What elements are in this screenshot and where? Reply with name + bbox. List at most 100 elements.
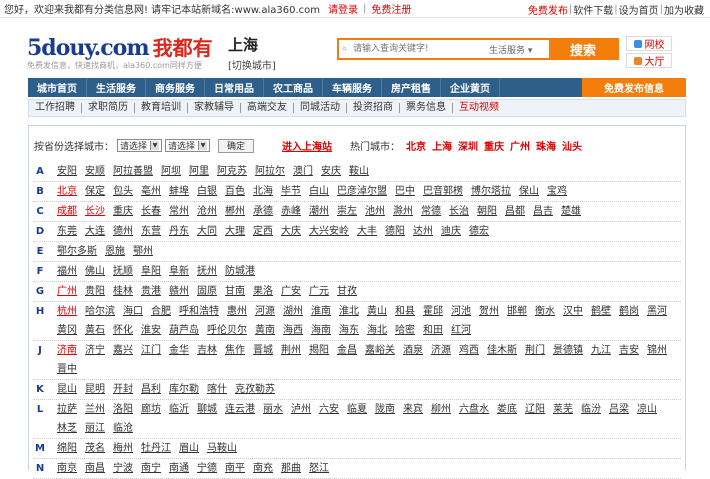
city-link[interactable]: 宝鸡 xyxy=(543,182,571,201)
city-link[interactable]: 长春 xyxy=(137,202,165,221)
city-link[interactable]: 那曲 xyxy=(277,459,305,478)
city-link[interactable]: 锦州 xyxy=(643,341,671,360)
city-link[interactable]: 泸州 xyxy=(287,400,315,419)
city-link[interactable]: 鹤岗 xyxy=(615,302,643,321)
city-link[interactable]: 吕梁 xyxy=(605,400,633,419)
city-link[interactable]: 阜阳 xyxy=(137,262,165,281)
city-link[interactable]: 大庆 xyxy=(277,222,305,241)
hot-city-link[interactable]: 汕头 xyxy=(562,138,582,153)
hot-city-link[interactable]: 重庆 xyxy=(484,138,504,153)
hot-city-link[interactable]: 北京 xyxy=(406,138,426,153)
nav-item[interactable]: 房产租售 xyxy=(382,78,441,97)
city-link[interactable]: 吉林 xyxy=(193,341,221,360)
city-link[interactable]: 哈尔滨 xyxy=(81,302,119,321)
city-link[interactable]: 丹东 xyxy=(165,222,193,241)
city-link[interactable]: 荆门 xyxy=(521,341,549,360)
city-link[interactable]: 开封 xyxy=(109,380,137,399)
city-link[interactable]: 南昌 xyxy=(81,459,109,478)
city-link[interactable]: 晋中 xyxy=(53,360,81,379)
city-link[interactable]: 南平 xyxy=(221,459,249,478)
city-link[interactable]: 克孜勒苏 xyxy=(231,380,279,399)
city-link[interactable]: 鸡西 xyxy=(455,341,483,360)
city-link[interactable]: 恩施 xyxy=(101,242,129,261)
city-link[interactable]: 巴音郭楞 xyxy=(419,182,467,201)
city-link[interactable]: 安顺 xyxy=(81,162,109,181)
city-link[interactable]: 淮安 xyxy=(137,321,165,340)
city-link[interactable]: 安阳 xyxy=(53,162,81,181)
city-link[interactable]: 贵港 xyxy=(137,282,165,301)
city-link[interactable]: 茂名 xyxy=(81,439,109,458)
register-link[interactable]: 免费注册 xyxy=(371,1,411,16)
city-link[interactable]: 保定 xyxy=(81,182,109,201)
city-link[interactable]: 黄石 xyxy=(81,321,109,340)
city-link[interactable]: 北海 xyxy=(249,182,277,201)
city-link[interactable]: 桂林 xyxy=(109,282,137,301)
city-link[interactable]: 济源 xyxy=(427,341,455,360)
city-link[interactable]: 阿拉尔 xyxy=(251,162,289,181)
city-link[interactable]: 朝阳 xyxy=(473,202,501,221)
city-link[interactable]: 湖州 xyxy=(279,302,307,321)
city-link[interactable]: 丽水 xyxy=(259,400,287,419)
city-link[interactable]: 常州 xyxy=(165,202,193,221)
city-link[interactable]: 大丰 xyxy=(353,222,381,241)
city-link[interactable]: 景德镇 xyxy=(549,341,587,360)
city-link[interactable]: 常德 xyxy=(417,202,445,221)
subnav-item[interactable]: 求职简历 xyxy=(82,103,135,113)
hot-city-link[interactable]: 珠海 xyxy=(536,138,556,153)
hot-city-link[interactable]: 深圳 xyxy=(458,138,478,153)
city-link[interactable]: 定西 xyxy=(249,222,277,241)
city-link[interactable]: 眉山 xyxy=(175,439,203,458)
city-link[interactable]: 昌利 xyxy=(137,380,165,399)
city-link[interactable]: 大连 xyxy=(81,222,109,241)
city-link[interactable]: 江门 xyxy=(137,341,165,360)
city-link[interactable]: 九江 xyxy=(587,341,615,360)
city-link[interactable]: 廊坊 xyxy=(137,400,165,419)
city-link[interactable]: 聊城 xyxy=(193,400,221,419)
city-link[interactable]: 阿克苏 xyxy=(213,162,251,181)
nav-item[interactable]: 车辆服务 xyxy=(323,78,382,97)
city-link[interactable]: 东莞 xyxy=(53,222,81,241)
city-link[interactable]: 连云港 xyxy=(221,400,259,419)
city-link[interactable]: 怒江 xyxy=(305,459,333,478)
city-link[interactable]: 楚雄 xyxy=(557,202,585,221)
city-link[interactable]: 林芝 xyxy=(53,419,81,438)
software-download-link[interactable]: 软件下载 xyxy=(573,2,613,17)
city-link[interactable]: 海南 xyxy=(307,321,335,340)
city-link[interactable]: 崇左 xyxy=(333,202,361,221)
city-link[interactable]: 滁州 xyxy=(389,202,417,221)
free-publish-button[interactable]: 免费发布信息 xyxy=(582,78,686,97)
city-link[interactable]: 临汾 xyxy=(577,400,605,419)
subnav-item[interactable]: 教育培训 xyxy=(135,103,188,113)
city-link[interactable]: 南京 xyxy=(53,459,81,478)
city-link[interactable]: 六盘水 xyxy=(455,400,493,419)
city-link[interactable]: 承德 xyxy=(249,202,277,221)
city-link[interactable]: 邯郸 xyxy=(503,302,531,321)
subnav-item[interactable]: 工作招聘 xyxy=(29,103,82,113)
city-link[interactable]: 鄂尔多斯 xyxy=(53,242,101,261)
city-link[interactable]: 白银 xyxy=(193,182,221,201)
city-link[interactable]: 辽阳 xyxy=(521,400,549,419)
city-link[interactable]: 拉萨 xyxy=(53,400,81,419)
city-link[interactable]: 广安 xyxy=(277,282,305,301)
city-link[interactable]: 长治 xyxy=(445,202,473,221)
city-link[interactable]: 喀什 xyxy=(203,380,231,399)
city-link[interactable]: 博尔塔拉 xyxy=(467,182,515,201)
city-link[interactable]: 临夏 xyxy=(343,400,371,419)
city-link[interactable]: 南充 xyxy=(249,459,277,478)
city-link[interactable]: 济宁 xyxy=(81,341,109,360)
city-link[interactable]: 呼和浩特 xyxy=(175,302,223,321)
city-link[interactable]: 昌吉 xyxy=(529,202,557,221)
city-link[interactable]: 惠州 xyxy=(223,302,251,321)
city-link[interactable]: 甘南 xyxy=(221,282,249,301)
city-link[interactable]: 阿坝 xyxy=(157,162,185,181)
city-link[interactable]: 潮州 xyxy=(305,202,333,221)
school-link[interactable]: 网校 xyxy=(626,36,672,51)
city-link[interactable]: 吉安 xyxy=(615,341,643,360)
city-link[interactable]: 迪庆 xyxy=(437,222,465,241)
city-link[interactable]: 大同 xyxy=(193,222,221,241)
city-link[interactable]: 昆明 xyxy=(81,380,109,399)
search-button[interactable]: 搜索 xyxy=(549,40,617,59)
add-favorite-link[interactable]: 加为收藏 xyxy=(664,2,704,17)
city-link[interactable]: 长沙 xyxy=(81,202,109,221)
city-link[interactable]: 达州 xyxy=(409,222,437,241)
